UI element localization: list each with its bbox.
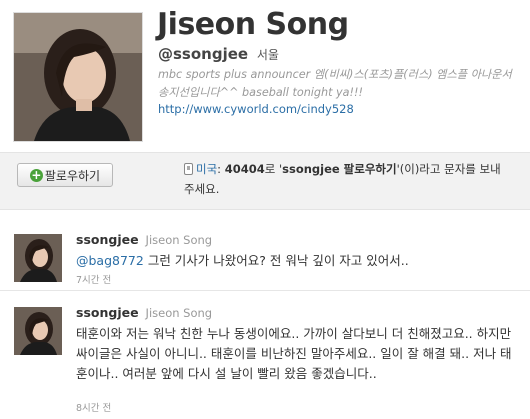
tweet-display-name: Jiseon Song — [145, 306, 213, 320]
tweet-timestamp[interactable]: 8시간 전 — [76, 400, 111, 414]
avatar-photo — [14, 307, 62, 355]
tweet-item: ssongjee Jiseon Song 태훈이와 저는 워낙 친한 누나 동생… — [0, 297, 530, 419]
tweet-mention-link[interactable]: @bag8772 — [76, 253, 144, 268]
avatar-photo — [14, 234, 62, 282]
profile-avatar[interactable] — [13, 12, 143, 142]
follow-button-label: 팔로우하기 — [44, 168, 101, 183]
handle-row: @ssongjee 서울 — [158, 45, 279, 63]
profile-bio: mbc sports plus announcer 엠(비씨)스(포츠)플(러스… — [158, 68, 512, 99]
tweet-body: 그런 기사가 나왔어요? 전 워낙 깊이 자고 있어서.. — [143, 253, 409, 268]
tweet-text: 태훈이와 저는 워낙 친한 누나 동생이에요.. 가까이 살다보니 더 친해졌고… — [76, 326, 512, 381]
profile-url-link[interactable]: http://www.cyworld.com/cindy528 — [158, 102, 354, 116]
plus-icon: + — [29, 167, 43, 182]
profile-handle: @ssongjee — [158, 45, 249, 63]
sms-separator: : — [217, 162, 222, 176]
sms-follow-note: 미국: 40404로 'ssongjee 팔로우하기'(이)라고 문자를 보내 … — [184, 159, 514, 199]
sms-country-link[interactable]: 미국 — [196, 162, 217, 176]
follow-bar: + 팔로우하기 미국: 40404로 'ssongjee 팔로우하기'(이)라고… — [0, 152, 530, 210]
sms-text-1: 로 ' — [264, 162, 283, 176]
profile-photo — [14, 13, 142, 141]
tweet-header: ssongjee Jiseon Song — [76, 305, 212, 320]
tweet-avatar[interactable] — [14, 234, 62, 282]
tweet-avatar[interactable] — [14, 307, 62, 355]
follow-button[interactable]: + 팔로우하기 — [17, 163, 113, 187]
tweet-timestamp[interactable]: 7시간 전 — [76, 272, 111, 286]
tweet-item: ssongjee Jiseon Song @bag8772 그런 기사가 나왔어… — [0, 224, 530, 291]
phone-icon — [184, 163, 193, 175]
tweet-username[interactable]: ssongjee — [76, 232, 139, 247]
tweet-text: @bag8772 그런 기사가 나왔어요? 전 워낙 깊이 자고 있어서.. — [76, 251, 516, 271]
sms-quoted-command: ssongjee 팔로우하기 — [282, 162, 397, 176]
tweet-display-name: Jiseon Song — [145, 233, 213, 247]
tweet-header: ssongjee Jiseon Song — [76, 232, 212, 247]
tweet-username[interactable]: ssongjee — [76, 305, 139, 320]
profile-location: 서울 — [256, 48, 279, 62]
profile-name: Jiseon Song — [157, 7, 349, 42]
sms-code: 40404 — [224, 162, 265, 176]
profile-header: Jiseon Song @ssongjee 서울 mbc sports plus… — [0, 0, 530, 150]
